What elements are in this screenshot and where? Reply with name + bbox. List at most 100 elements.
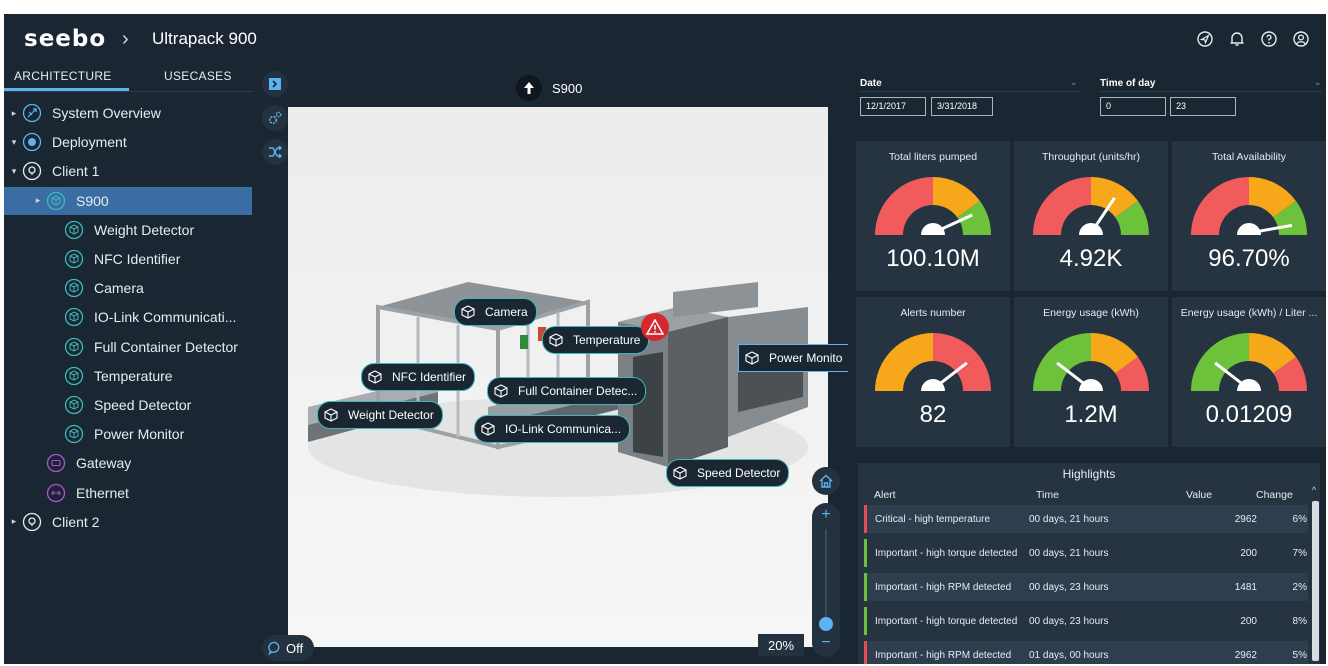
cube-icon (64, 307, 84, 327)
table-row[interactable]: Important - high RPM detected 00 days, 23… (864, 573, 1308, 601)
tree-item-label: Speed Detector (94, 397, 192, 413)
tag-power-monitor[interactable]: Power Monito (738, 344, 852, 372)
table-row[interactable]: Important - high torque detected 00 days,… (864, 539, 1308, 567)
warning-icon[interactable] (641, 313, 669, 341)
caret-down-icon[interactable]: ▾ (10, 137, 18, 148)
cell-change: 5% (1292, 649, 1307, 661)
time-to-input[interactable]: 23 (1170, 97, 1236, 116)
toggle-label: Off (286, 640, 304, 656)
tree-item-client-1[interactable]: ▾ Client 1 (4, 157, 252, 185)
zoom-out-button[interactable]: − (812, 634, 840, 652)
chat-toggle[interactable]: Off (262, 635, 314, 661)
scrollbar[interactable]: ^ (1312, 483, 1319, 664)
zoom-handle[interactable] (819, 617, 833, 631)
zoom-level: 20% (758, 634, 804, 656)
date-to-input[interactable]: 3/31/2018 (931, 97, 993, 116)
severity-indicator (864, 505, 867, 533)
zoom-slider[interactable]: + − (812, 503, 840, 657)
gauge-card[interactable]: Throughput (units/hr) 4.92K (1014, 141, 1168, 291)
tree-item-label: S900 (76, 192, 109, 209)
cube-icon (364, 366, 386, 388)
navigate-icon[interactable] (1194, 28, 1216, 50)
table-row[interactable]: Important - high RPM detected 01 days, 00… (864, 641, 1308, 664)
tree-item-gateway[interactable]: Gateway (4, 449, 252, 477)
breadcrumb-separator: › (122, 28, 129, 50)
tree-item-full-container-detector[interactable]: Full Container Detector (4, 333, 252, 361)
panel-tabs: ARCHITECTURE USECASES (4, 63, 254, 92)
tab-architecture[interactable]: ARCHITECTURE (14, 69, 112, 83)
caret-down-icon[interactable]: ▾ (10, 166, 18, 177)
tag-weight-detector[interactable]: Weight Detector (317, 401, 443, 429)
cell-change: 6% (1292, 513, 1307, 525)
panel-toggle-icon[interactable] (262, 71, 288, 97)
tree-item-weight-detector[interactable]: Weight Detector (4, 216, 252, 244)
model-label[interactable]: S900 (516, 75, 582, 101)
gauge-card[interactable]: Energy usage (kWh) / Liter ... 0.01209 (1172, 297, 1326, 447)
up-arrow-icon[interactable] (516, 75, 542, 101)
tag-io-link[interactable]: IO-Link Communica... (474, 415, 631, 443)
table-row[interactable]: Critical - high temperature 00 days, 21 h… (864, 505, 1308, 533)
time-from-input[interactable]: 0 (1100, 97, 1166, 116)
cell-value: 2962 (1234, 513, 1257, 525)
caret-right-icon[interactable]: ▸ (34, 195, 42, 206)
date-from-input[interactable]: 12/1/2017 (860, 97, 926, 116)
tree-item-nfc-identifier[interactable]: NFC Identifier (4, 245, 252, 273)
scroll-up-icon[interactable]: ^ (1312, 485, 1316, 495)
tree-item-s900[interactable]: ▸ S900 (4, 186, 252, 215)
cube-icon (545, 329, 567, 351)
cell-alert: Critical - high temperature (875, 513, 991, 525)
gauge-card[interactable]: Alerts number 82 (856, 297, 1010, 447)
column-header-alert[interactable]: Alert (874, 489, 896, 501)
filters-bar: Date ⌄ 12/1/2017 3/31/2018 Time of day ⌄… (848, 63, 1326, 129)
tree-item-client-2[interactable]: ▸ Client 2 (4, 508, 252, 536)
settings-icon[interactable] (262, 105, 288, 131)
gauge-card[interactable]: Energy usage (kWh) 1.2M (1014, 297, 1168, 447)
tree-item-speed-detector[interactable]: Speed Detector (4, 391, 252, 419)
zoom-track-line (825, 529, 827, 629)
tree-item-deployment[interactable]: ▾ Deployment (4, 128, 252, 156)
tree-item-io-link-communicati[interactable]: IO-Link Communicati... (4, 303, 252, 331)
cell-value: 200 (1240, 547, 1257, 559)
tree-item-power-monitor[interactable]: Power Monitor (4, 420, 252, 448)
caret-right-icon[interactable]: ▸ (10, 108, 18, 119)
table-row[interactable]: Important - high torque detected 00 days,… (864, 607, 1308, 635)
help-icon[interactable] (1258, 28, 1280, 50)
chevron-down-icon[interactable]: ⌄ (1314, 77, 1322, 88)
user-icon[interactable] (1290, 28, 1312, 50)
home-icon[interactable] (812, 467, 840, 495)
tab-usecases[interactable]: USECASES (164, 69, 232, 83)
caret-right-icon[interactable]: ▸ (10, 516, 18, 527)
gauge-card[interactable]: Total liters pumped 100.10M (856, 141, 1010, 291)
tree-item-label: NFC Identifier (94, 251, 181, 267)
shuffle-icon[interactable] (262, 139, 288, 165)
tree-item-system-overview[interactable]: ▸ System Overview (4, 99, 252, 127)
cell-change: 8% (1292, 615, 1307, 627)
zoom-in-button[interactable]: + (812, 506, 840, 524)
tree-item-label: IO-Link Communicati... (94, 309, 237, 326)
tree-item-temperature[interactable]: Temperature (4, 362, 252, 390)
scrollbar-thumb[interactable] (1312, 501, 1319, 661)
chevron-down-icon[interactable]: ⌄ (1070, 77, 1078, 88)
tag-nfc-identifier[interactable]: NFC Identifier (361, 363, 476, 391)
overview-icon (22, 103, 42, 123)
tree-item-camera[interactable]: Camera (4, 274, 252, 302)
tag-full-container-detector[interactable]: Full Container Detec... (487, 377, 647, 405)
bell-icon[interactable] (1226, 28, 1248, 50)
gauge-band (1033, 177, 1091, 235)
gauge-value: 1.2M (1064, 401, 1118, 428)
column-header-time[interactable]: Time (1036, 489, 1059, 501)
cell-change: 7% (1292, 547, 1307, 559)
gauge-card[interactable]: Total Availability 96.70% (1172, 141, 1326, 291)
gauge-value: 100.10M (886, 245, 980, 272)
tag-speed-detector[interactable]: Speed Detector (666, 459, 790, 487)
tree-item-ethernet[interactable]: Ethernet (4, 479, 252, 507)
column-header-value[interactable]: Value (1186, 489, 1212, 501)
tag-temperature[interactable]: Temperature (542, 326, 650, 354)
cell-alert: Important - high torque detected (875, 547, 1018, 559)
tag-camera[interactable]: Camera (454, 298, 537, 326)
location-icon (22, 512, 42, 532)
gauge-title: Throughput (units/hr) (1041, 151, 1141, 163)
logo[interactable]: seebo (24, 26, 106, 52)
tree-item-label: Client 2 (52, 513, 100, 530)
column-header-change[interactable]: Change (1256, 489, 1293, 501)
